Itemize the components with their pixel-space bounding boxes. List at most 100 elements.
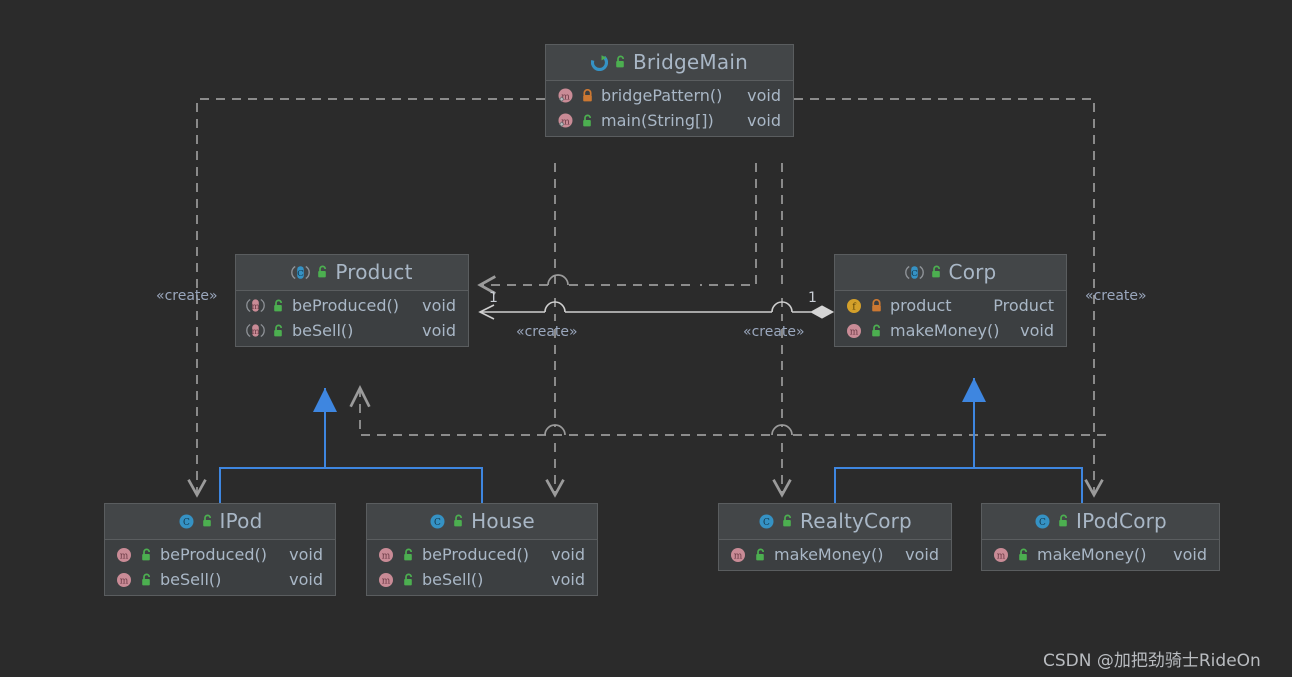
class-node-ipodcorp[interactable]: C IPodCorp m makeMoney() void [981, 503, 1220, 571]
member-row[interactable]: m beSell() void [236, 318, 468, 343]
method-icon: m [377, 546, 395, 564]
method-icon: m [556, 112, 574, 130]
unlock-green-icon [201, 514, 214, 528]
unlock-green-icon [581, 114, 594, 128]
svg-text:m: m [251, 327, 259, 337]
class-title-ipodcorp: IPodCorp [1076, 509, 1167, 533]
method-icon: m [115, 546, 133, 564]
member-row[interactable]: m beProduced() void [105, 542, 335, 567]
member-type: void [1020, 321, 1054, 340]
class-node-ipod[interactable]: C IPod m beProduced() void m beSell() vo… [104, 503, 336, 596]
members-ipod: m beProduced() void m beSell() void [105, 540, 335, 595]
class-icon: C [758, 513, 775, 530]
unlock-green-icon [452, 514, 465, 528]
class-node-house[interactable]: C House m beProduced() void m beSell() v… [366, 503, 598, 596]
member-type: void [551, 545, 585, 564]
class-title-realtycorp: RealtyCorp [800, 509, 912, 533]
multiplicity-product: 1 [489, 290, 498, 306]
unlock-green-icon [402, 573, 415, 587]
member-row[interactable]: m beSell() void [367, 567, 597, 592]
member-row[interactable]: m beProduced() void [367, 542, 597, 567]
edge-label-create-right: «create» [1085, 288, 1147, 304]
svg-text:m: m [997, 551, 1006, 561]
class-node-bridgemain[interactable]: BridgeMain m bridgePattern() void m main… [545, 44, 794, 137]
class-node-realtycorp[interactable]: C RealtyCorp m makeMoney() void [718, 503, 952, 571]
member-name: beProduced() [422, 545, 529, 564]
members-corp: f product Product m makeMoney() void [835, 291, 1066, 346]
member-type: void [905, 545, 939, 564]
members-house: m beProduced() void m beSell() void [367, 540, 597, 595]
class-title-ipod: IPod [219, 509, 263, 533]
unlock-green-icon [140, 573, 153, 587]
class-header-realtycorp: C RealtyCorp [719, 504, 951, 540]
class-title-house: House [471, 509, 535, 533]
unlock-green-icon [930, 265, 943, 279]
edge-corp-product-aggregation [478, 301, 835, 320]
member-name: beSell() [422, 570, 484, 589]
member-name: makeMoney() [1037, 545, 1147, 564]
edge-bridgemain-product [477, 163, 757, 295]
member-row[interactable]: m makeMoney() void [835, 318, 1066, 343]
class-node-corp[interactable]: C Corp f product Product m makeMoney() v… [834, 254, 1067, 347]
method-abstract-icon: m [246, 322, 265, 339]
lock-orange-icon [581, 88, 594, 103]
member-row[interactable]: m main(String[]) void [546, 108, 793, 133]
members-ipodcorp: m makeMoney() void [982, 540, 1219, 570]
member-name: bridgePattern() [601, 86, 723, 105]
member-row[interactable]: m beProduced() void [236, 293, 468, 318]
multiplicity-corp: 1 [808, 290, 817, 306]
class-icon: C [1034, 513, 1051, 530]
edge-ipod-product-realization [219, 388, 337, 503]
unlock-green-icon [614, 55, 627, 69]
class-title-corp: Corp [948, 260, 997, 284]
svg-text:C: C [763, 518, 770, 528]
member-type: Product [993, 296, 1054, 315]
class-header-bridgemain: BridgeMain [546, 45, 793, 81]
unlock-green-icon [272, 299, 285, 313]
unlock-green-icon [316, 265, 329, 279]
class-node-product[interactable]: C Product m beProduced() void m beSell()… [235, 254, 469, 347]
member-type: void [747, 86, 781, 105]
member-name: beProduced() [292, 296, 399, 315]
unlock-green-icon [140, 548, 153, 562]
edge-label-create-mid-left: «create» [516, 324, 578, 340]
member-name: main(String[]) [601, 111, 714, 130]
method-icon: m [556, 87, 574, 105]
member-row[interactable]: f product Product [835, 293, 1066, 318]
class-icon: C [429, 513, 446, 530]
unlock-green-icon [870, 324, 883, 338]
method-icon: m [115, 571, 133, 589]
edge-label-create-left: «create» [156, 288, 218, 304]
class-icon: C [178, 513, 195, 530]
class-title-product: Product [335, 260, 413, 284]
member-name: beSell() [292, 321, 354, 340]
member-row[interactable]: m beSell() void [105, 567, 335, 592]
member-row[interactable]: m makeMoney() void [719, 542, 951, 567]
unlock-green-icon [1017, 548, 1030, 562]
member-type: void [747, 111, 781, 130]
method-abstract-icon: m [246, 297, 265, 314]
member-name: beSell() [160, 570, 222, 589]
svg-text:C: C [434, 518, 441, 528]
class-title-bridgemain: BridgeMain [633, 50, 748, 74]
member-row[interactable]: m makeMoney() void [982, 542, 1219, 567]
method-icon: m [377, 571, 395, 589]
unlock-green-icon [272, 324, 285, 338]
svg-text:m: m [850, 327, 859, 337]
member-name: beProduced() [160, 545, 267, 564]
members-product: m beProduced() void m beSell() void [236, 291, 468, 346]
member-name: makeMoney() [890, 321, 1000, 340]
class-header-ipodcorp: C IPodCorp [982, 504, 1219, 540]
members-bridgemain: m bridgePattern() void m main(String[]) … [546, 81, 793, 136]
member-row[interactable]: m bridgePattern() void [546, 83, 793, 108]
member-type: void [1173, 545, 1207, 564]
edge-house-product-dependency [349, 384, 1106, 436]
members-realtycorp: m makeMoney() void [719, 540, 951, 570]
svg-text:m: m [120, 576, 129, 586]
member-name: product [890, 296, 952, 315]
method-icon: m [992, 546, 1010, 564]
svg-text:C: C [1039, 518, 1046, 528]
interface-icon: C [904, 264, 924, 281]
edge-realtycorp-corp-realization [834, 378, 986, 503]
member-type: void [289, 545, 323, 564]
